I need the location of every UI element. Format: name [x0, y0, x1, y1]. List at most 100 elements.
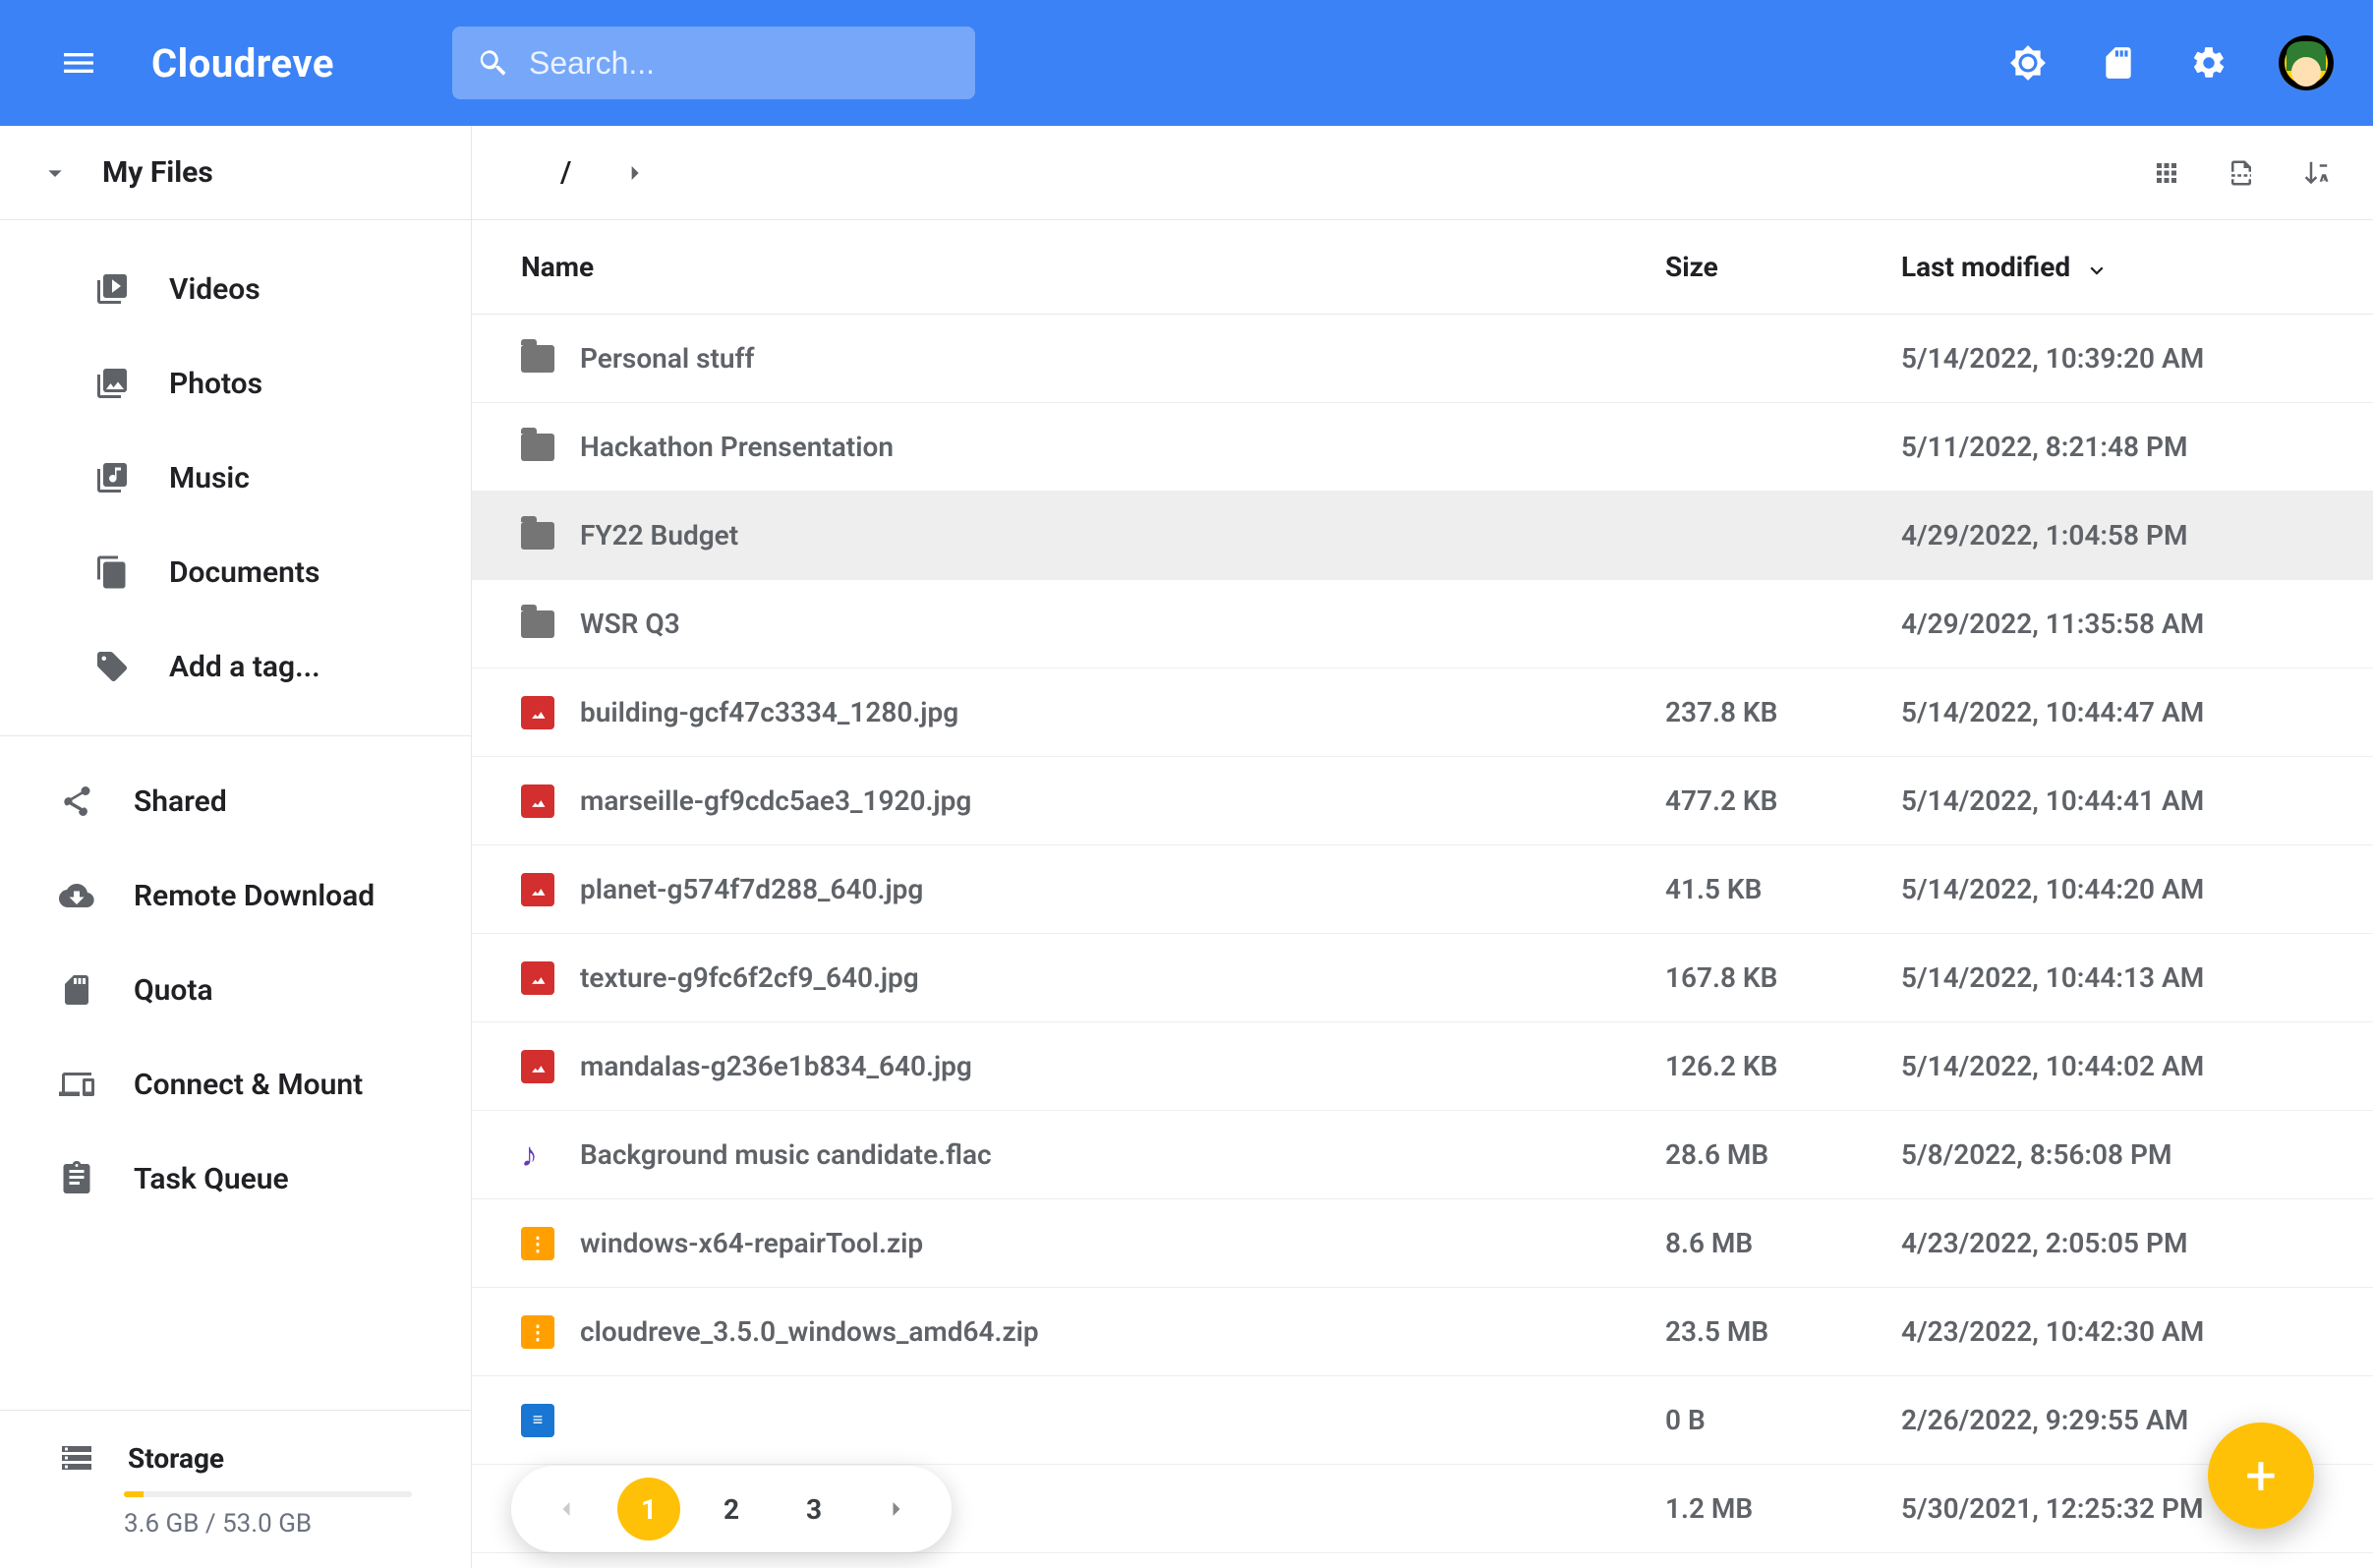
add-fab[interactable]: + — [2208, 1423, 2314, 1529]
file-row[interactable]: WSR Q3 4/29/2022, 11:35:58 AM — [472, 580, 2373, 668]
column-modified[interactable]: Last modified — [1901, 251, 2324, 283]
view-grid-button[interactable] — [2149, 155, 2184, 191]
breadcrumb-bar: / — [472, 126, 2373, 220]
sidebar-item-label: Task Queue — [134, 1162, 289, 1196]
settings-button[interactable] — [2188, 42, 2229, 84]
file-name: texture-g9fc6f2cf9_640.jpg — [580, 961, 1665, 994]
sidebar-item-label: Music — [169, 461, 250, 495]
user-avatar[interactable] — [2279, 35, 2334, 90]
sidebar-item-shared[interactable]: Shared — [0, 754, 471, 848]
chevron-left-icon — [552, 1495, 580, 1523]
page-next-button[interactable] — [865, 1478, 928, 1540]
storage-label: Storage — [128, 1442, 224, 1475]
sidebar-header-myfiles[interactable]: My Files — [0, 126, 471, 220]
file-size: 167.8 KB — [1665, 961, 1901, 994]
sidebar-tools-list: Shared Remote Download Quota Connect & Moun… — [0, 736, 471, 1244]
page-1-button[interactable]: 1 — [617, 1478, 680, 1540]
app-brand[interactable]: Cloudreve — [151, 40, 334, 87]
file-row[interactable]: ⋮windows-x64-repairTool.zip8.6 MB4/23/20… — [472, 1199, 2373, 1288]
sidebar-item-add-a-tag[interactable]: Add a tag... — [0, 619, 471, 714]
image-icon — [521, 961, 554, 995]
sidebar-item-quota[interactable]: Quota — [0, 943, 471, 1037]
breadcrumb-root[interactable]: / — [560, 155, 571, 190]
file-modified: 4/23/2022, 2:05:05 PM — [1901, 1227, 2324, 1259]
archive-icon: ⋮ — [521, 1315, 554, 1349]
sort-az-icon — [2301, 158, 2331, 188]
file-size: 237.8 KB — [1665, 696, 1901, 728]
file-size: 23.5 MB — [1665, 1315, 1901, 1348]
page-settings-button[interactable] — [2224, 155, 2259, 191]
sort-button[interactable] — [2298, 155, 2334, 191]
file-modified: 5/8/2022, 8:56:08 PM — [1901, 1138, 2324, 1171]
clipboard-icon — [59, 1161, 94, 1196]
sidebar: My Files Videos Photos Music Documents Add a… — [0, 126, 472, 1568]
file-size: 1.2 MB — [1665, 1492, 1901, 1525]
folder-icon — [521, 522, 554, 550]
sort-desc-icon — [2084, 255, 2110, 280]
file-name: building-gcf47c3334_1280.jpg — [580, 696, 1665, 728]
app-bar: Cloudreve — [0, 0, 2373, 126]
file-row[interactable]: FY22 Budget4/29/2022, 1:04:58 PM — [472, 492, 2373, 580]
sd-card-icon — [59, 972, 94, 1008]
theme-toggle-button[interactable] — [2007, 42, 2049, 84]
file-row[interactable]: ⋮cloudreve_3.5.0_windows_amd64.zip23.5 M… — [472, 1288, 2373, 1376]
menu-button[interactable] — [59, 43, 98, 83]
file-modified: 4/23/2022, 10:42:30 AM — [1901, 1315, 2324, 1348]
sidebar-item-label: Connect & Mount — [134, 1068, 363, 1102]
brightness-icon — [2009, 44, 2047, 82]
sidebar-item-label: Documents — [169, 555, 319, 590]
file-row[interactable]: ♪Background music candidate.flac28.6 MB5… — [472, 1111, 2373, 1199]
music-library-icon — [94, 460, 130, 495]
search-box[interactable] — [452, 27, 975, 99]
file-row[interactable]: mandalas-g236e1b834_640.jpg126.2 KB5/14/… — [472, 1022, 2373, 1111]
file-row[interactable]: planet-g574f7d288_640.jpg41.5 KB5/14/202… — [472, 845, 2373, 934]
top-actions — [2007, 35, 2334, 90]
file-row[interactable]: marseille-gf9cdc5ae3_1920.jpg477.2 KB5/1… — [472, 757, 2373, 845]
file-size: 41.5 KB — [1665, 873, 1901, 905]
chevron-right-icon — [883, 1495, 910, 1523]
sidebar-item-photos[interactable]: Photos — [0, 336, 471, 431]
tag-add-icon — [94, 649, 130, 684]
sidebar-item-remote-download[interactable]: Remote Download — [0, 848, 471, 943]
video-library-icon — [94, 271, 130, 307]
page-3-button[interactable]: 3 — [782, 1478, 845, 1540]
sidebar-item-label: Shared — [134, 784, 227, 819]
page-break-icon — [2227, 158, 2256, 188]
column-size[interactable]: Size — [1665, 251, 1901, 283]
file-row[interactable]: Hackathon Prensentation5/11/2022, 8:21:4… — [472, 403, 2373, 492]
file-list[interactable]: Personal stuff5/14/2022, 10:39:20 AMHack… — [472, 315, 2373, 1568]
sidebar-item-label: Videos — [169, 272, 260, 307]
page-2-button[interactable]: 2 — [700, 1478, 763, 1540]
image-icon — [521, 696, 554, 729]
file-size: 126.2 KB — [1665, 1050, 1901, 1082]
sidebar-item-label: Add a tag... — [169, 650, 320, 684]
file-row[interactable]: ≡0 B2/26/2022, 9:29:55 AM — [472, 1376, 2373, 1465]
file-size: 28.6 MB — [1665, 1138, 1901, 1171]
sidebar-item-music[interactable]: Music — [0, 431, 471, 525]
sidebar-item-documents[interactable]: Documents — [0, 525, 471, 619]
file-modified: 4/29/2022, 11:35:58 AM — [1901, 608, 2324, 640]
chevron-right-icon — [620, 159, 648, 187]
file-modified: 5/14/2022, 10:44:02 AM — [1901, 1050, 2324, 1082]
file-row[interactable]: Personal stuff5/14/2022, 10:39:20 AM — [472, 315, 2373, 403]
file-name: Personal stuff — [580, 342, 1665, 375]
file-row[interactable]: building-gcf47c3334_1280.jpg237.8 KB5/14… — [472, 668, 2373, 757]
storage-icon — [59, 1440, 94, 1476]
sidebar-item-videos[interactable]: Videos — [0, 242, 471, 336]
column-name[interactable]: Name — [521, 251, 1665, 283]
sidebar-item-task-queue[interactable]: Task Queue — [0, 1132, 471, 1226]
cloud-download-icon — [59, 878, 94, 913]
image-icon — [521, 873, 554, 906]
sidebar-item-label: Quota — [134, 973, 213, 1008]
storage-text: 3.6 GB / 53.0 GB — [124, 1509, 412, 1539]
file-name: WSR Q3 — [580, 608, 1665, 640]
search-input[interactable] — [529, 45, 952, 82]
file-modified: 4/29/2022, 1:04:58 PM — [1901, 519, 2324, 552]
folder-icon — [521, 345, 554, 373]
main-panel: / Name Size Last modified — [472, 126, 2373, 1568]
sidebar-item-connect-mount[interactable]: Connect & Mount — [0, 1037, 471, 1132]
page-prev-button[interactable] — [535, 1478, 598, 1540]
storage-policy-button[interactable] — [2098, 42, 2139, 84]
storage-bar-fill — [124, 1491, 144, 1497]
file-row[interactable]: texture-g9fc6f2cf9_640.jpg167.8 KB5/14/2… — [472, 934, 2373, 1022]
